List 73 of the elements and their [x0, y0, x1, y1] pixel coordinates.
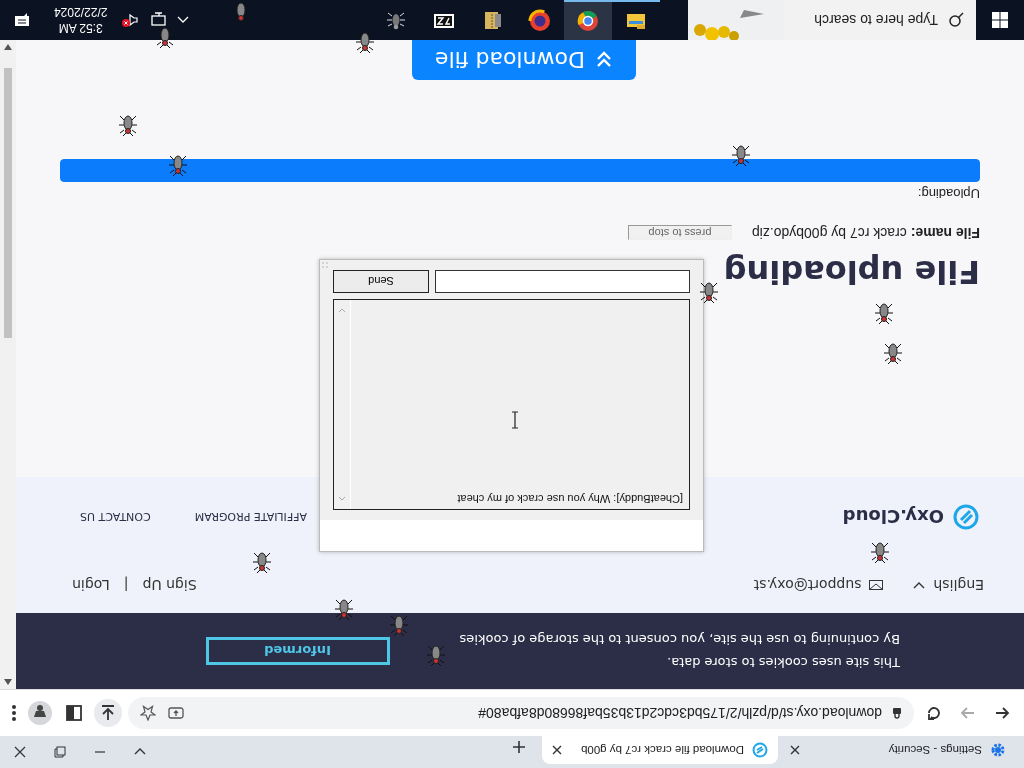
bug-icon — [870, 541, 890, 563]
windows-start-icon[interactable] — [992, 12, 1008, 28]
bug-icon — [883, 342, 903, 364]
bug-icon — [168, 154, 188, 176]
restore-icon[interactable] — [54, 746, 66, 758]
address-bar[interactable]: download.oxy.st/d/pzlh/2/175bd3cdc2d13b35baf86680d8afba80# — [128, 697, 914, 729]
settings-icon — [990, 742, 1006, 758]
logo-text[interactable]: Oxy.Cloud — [842, 506, 944, 528]
site-info-icon — [892, 707, 902, 719]
bug-icon — [334, 598, 354, 620]
close-icon[interactable] — [790, 745, 800, 755]
bug-icon — [731, 144, 751, 166]
chrome-icon — [576, 9, 600, 33]
stop-button[interactable]: press to stop — [627, 225, 732, 241]
notification-icon[interactable] — [14, 12, 30, 28]
chevron-down-icon[interactable] — [913, 581, 926, 589]
bookmark-star-icon[interactable] — [140, 705, 156, 721]
file-name-text: File name: crack rc7 by g00bydo.zip — [751, 225, 980, 241]
bug-icon — [118, 114, 138, 136]
bug-icon — [874, 302, 894, 324]
logo-icon — [952, 503, 980, 531]
taskbar-clock[interactable]: 3:52 AM 2/22/2024 — [54, 4, 108, 36]
profile-icon[interactable] — [26, 699, 54, 727]
tab-title: Settings - Security — [887, 744, 982, 756]
chat-input[interactable] — [435, 270, 690, 293]
scroll-down-icon[interactable] — [4, 44, 12, 50]
install-icon[interactable] — [166, 706, 184, 720]
support-email-link[interactable]: support@oxy.st — [753, 577, 862, 593]
page-title: File uploading — [723, 253, 980, 291]
clock-time: 3:52 AM — [58, 20, 103, 36]
new-tab-icon[interactable] — [512, 740, 526, 754]
bug-icon — [355, 31, 375, 53]
scroll-up-icon[interactable] — [4, 679, 12, 685]
progress-label: Uploading: — [917, 186, 980, 201]
text-cursor-icon — [511, 411, 519, 429]
grip-icon — [322, 262, 328, 268]
search-icon — [948, 12, 964, 28]
bug-icon — [155, 26, 175, 48]
login-link[interactable]: Login — [72, 577, 110, 593]
volume-muted-icon[interactable] — [121, 12, 140, 28]
clock-date: 2/22/2024 — [54, 4, 108, 20]
cookie-text: This site uses cookies to store data. — [666, 655, 900, 670]
scrollbar-thumb[interactable] — [4, 68, 12, 338]
separator: | — [123, 577, 129, 593]
chat-message: [CheatBuddy]: Why you use crack of my cheat — [456, 493, 683, 505]
close-icon[interactable] — [552, 745, 562, 755]
bug-icon — [426, 644, 446, 666]
ring-app-icon — [528, 9, 552, 33]
sign-up-link[interactable]: Sign Up — [142, 577, 197, 593]
scrollbar[interactable] — [0, 40, 16, 689]
send-button[interactable]: Send — [333, 270, 429, 293]
chevron-up-icon[interactable] — [177, 16, 190, 24]
browser-tab[interactable]: Settings - Security — [780, 736, 1016, 764]
nav-link[interactable]: AFFILIATE PROGRAM — [194, 510, 307, 524]
bug-icon — [699, 281, 719, 303]
network-icon[interactable] — [149, 12, 168, 28]
nav-link[interactable]: CONTACT US — [80, 510, 151, 524]
site-logo-icon — [752, 742, 768, 758]
language-selector[interactable]: English — [933, 577, 984, 593]
cookie-text: By continuing to use the site, you consent to the storage of cookies — [459, 632, 900, 647]
download-icon[interactable] — [94, 699, 122, 727]
close-icon[interactable] — [14, 746, 26, 758]
tab-title: Download file crack rc7 by g00b — [580, 744, 744, 756]
download-button[interactable]: Download file — [412, 40, 636, 80]
mail-icon — [869, 580, 884, 590]
search-placeholder: Type here to search — [814, 12, 938, 28]
informed-button[interactable]: Informed — [205, 637, 390, 665]
url-text: download.oxy.st/d/pzlh/2/175bd3cdc2d13b35baf86680d8afba80# — [477, 705, 882, 721]
bug-icon — [252, 551, 272, 573]
bug-icon — [231, 1, 251, 23]
bug-icon — [389, 614, 409, 636]
taskbar-app-button[interactable] — [564, 0, 612, 40]
browser-tab[interactable]: Download file crack rc7 by g00b — [542, 736, 778, 764]
